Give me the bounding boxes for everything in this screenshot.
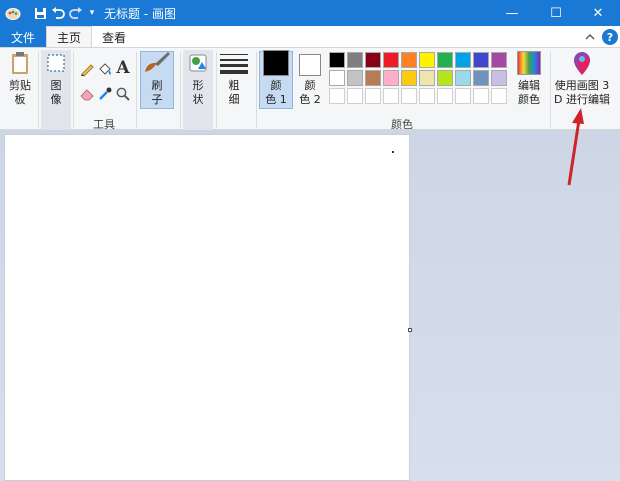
canvas-resize-handle[interactable] xyxy=(408,328,412,332)
color1-button[interactable]: 颜 色 1 xyxy=(260,50,292,107)
paint-app-icon[interactable] xyxy=(4,4,22,22)
canvas-dot xyxy=(392,151,394,153)
palette-swatch-r3-c8[interactable] xyxy=(455,88,471,104)
size-button[interactable]: 粗 细 xyxy=(219,50,249,107)
rainbow-palette-icon xyxy=(517,50,541,76)
shapes-icon xyxy=(186,50,210,76)
divider xyxy=(180,52,181,128)
brushes-label-1: 刷 xyxy=(151,79,163,92)
image-button[interactable]: 图 像 xyxy=(43,50,69,107)
palette-swatch-r3-c2[interactable] xyxy=(347,88,363,104)
brushes-button[interactable]: 刷 子 xyxy=(141,50,173,107)
palette-swatch-r2-c8[interactable] xyxy=(455,70,471,86)
palette-swatch-r2-c4[interactable] xyxy=(383,70,399,86)
edit-colors-label-2: 颜色 xyxy=(518,93,540,106)
clipboard-label-1: 剪贴 xyxy=(9,79,31,92)
clipboard-icon xyxy=(8,50,32,76)
palette-swatch-r1-c7[interactable] xyxy=(437,52,453,68)
palette-swatch-r1-c5[interactable] xyxy=(401,52,417,68)
undo-icon[interactable] xyxy=(48,3,68,23)
brushes-label-2: 子 xyxy=(151,93,163,106)
help-icon[interactable]: ? xyxy=(602,29,618,45)
palette-swatch-r1-c8[interactable] xyxy=(455,52,471,68)
ribbon-tabs: 文件 主页 查看 ? xyxy=(0,26,620,48)
palette-swatch-r1-c10[interactable] xyxy=(491,52,507,68)
divider xyxy=(216,52,217,128)
fill-bucket-icon[interactable] xyxy=(96,60,114,78)
drawing-canvas[interactable] xyxy=(4,134,410,481)
palette-swatch-r2-c1[interactable] xyxy=(329,70,345,86)
shapes-label-2: 状 xyxy=(192,93,204,106)
palette-swatch-r1-c4[interactable] xyxy=(383,52,399,68)
palette-swatch-r1-c9[interactable] xyxy=(473,52,489,68)
palette-swatch-r2-c6[interactable] xyxy=(419,70,435,86)
paint3d-label-1: 使用画图 3 xyxy=(554,79,610,92)
tab-view[interactable]: 查看 xyxy=(94,26,134,48)
edit-colors-button[interactable]: 编辑 颜色 xyxy=(513,50,545,107)
select-icon xyxy=(44,50,68,76)
palette-swatch-r1-c2[interactable] xyxy=(347,52,363,68)
palette-swatch-r3-c9[interactable] xyxy=(473,88,489,104)
ribbon: 剪贴 板 图 像 A 工具 刷 子 形 状 粗 细 颜 色 1 颜 色 2 编辑… xyxy=(0,47,620,131)
divider xyxy=(550,52,551,128)
eraser-icon[interactable] xyxy=(78,85,96,103)
palette-swatch-r2-c3[interactable] xyxy=(365,70,381,86)
palette-swatch-r1-c3[interactable] xyxy=(365,52,381,68)
magnifier-icon[interactable] xyxy=(114,85,132,103)
tab-file[interactable]: 文件 xyxy=(0,26,46,48)
palette-swatch-r1-c6[interactable] xyxy=(419,52,435,68)
text-tool-icon[interactable]: A xyxy=(114,58,132,78)
palette-swatch-r3-c7[interactable] xyxy=(437,88,453,104)
title-bar: ▾ 无标题 - 画图 — ☐ ✕ xyxy=(0,0,620,26)
divider xyxy=(256,52,257,128)
palette-swatch-r3-c4[interactable] xyxy=(383,88,399,104)
palette-swatch-r3-c10[interactable] xyxy=(491,88,507,104)
close-button[interactable]: ✕ xyxy=(576,0,620,26)
color2-button[interactable]: 颜 色 2 xyxy=(296,50,324,107)
color-picker-icon[interactable] xyxy=(96,85,114,103)
brush-icon xyxy=(143,50,171,76)
divider xyxy=(73,52,74,128)
color2-label-2: 色 2 xyxy=(299,93,321,106)
palette-swatch-r2-c10[interactable] xyxy=(491,70,507,86)
save-icon[interactable] xyxy=(30,3,50,23)
palette-swatch-r1-c1[interactable] xyxy=(329,52,345,68)
customize-toolbar-icon[interactable]: ▾ xyxy=(82,3,102,23)
image-label-1: 图 xyxy=(50,79,62,92)
clipboard-label-2: 板 xyxy=(14,93,26,106)
paint3d-icon xyxy=(569,50,595,76)
window-title: 无标题 - 画图 xyxy=(104,7,176,21)
shapes-label-1: 形 xyxy=(192,79,204,92)
collapse-ribbon-icon[interactable] xyxy=(582,29,598,45)
edit-colors-label-1: 编辑 xyxy=(518,79,540,92)
palette-swatch-r2-c2[interactable] xyxy=(347,70,363,86)
palette-swatch-r2-c5[interactable] xyxy=(401,70,417,86)
tab-home[interactable]: 主页 xyxy=(46,26,92,48)
clipboard-button[interactable]: 剪贴 板 xyxy=(6,50,34,107)
minimize-button[interactable]: — xyxy=(490,0,534,26)
pencil-icon[interactable] xyxy=(78,60,96,78)
palette-swatch-r2-c7[interactable] xyxy=(437,70,453,86)
palette-swatch-r3-c3[interactable] xyxy=(365,88,381,104)
size-label-1: 粗 xyxy=(228,79,240,92)
palette-swatch-r2-c9[interactable] xyxy=(473,70,489,86)
palette-swatch-r3-c6[interactable] xyxy=(419,88,435,104)
color1-label-2: 色 1 xyxy=(265,93,287,106)
image-label-2: 像 xyxy=(50,93,62,106)
line-width-icon xyxy=(220,50,248,76)
color2-swatch xyxy=(299,54,321,76)
annotation-arrow xyxy=(567,108,584,186)
color2-label-1: 颜 xyxy=(304,79,316,92)
palette-swatch-r3-c5[interactable] xyxy=(401,88,417,104)
maximize-button[interactable]: ☐ xyxy=(534,0,578,26)
color1-label-1: 颜 xyxy=(270,79,282,92)
divider xyxy=(136,52,137,128)
palette-swatch-r3-c1[interactable] xyxy=(329,88,345,104)
divider xyxy=(38,52,39,128)
shapes-button[interactable]: 形 状 xyxy=(185,50,211,107)
color1-swatch xyxy=(263,50,289,76)
size-label-2: 细 xyxy=(228,93,240,106)
edit-with-paint3d-button[interactable]: 使用画图 3 D 进行编辑 xyxy=(552,50,612,107)
